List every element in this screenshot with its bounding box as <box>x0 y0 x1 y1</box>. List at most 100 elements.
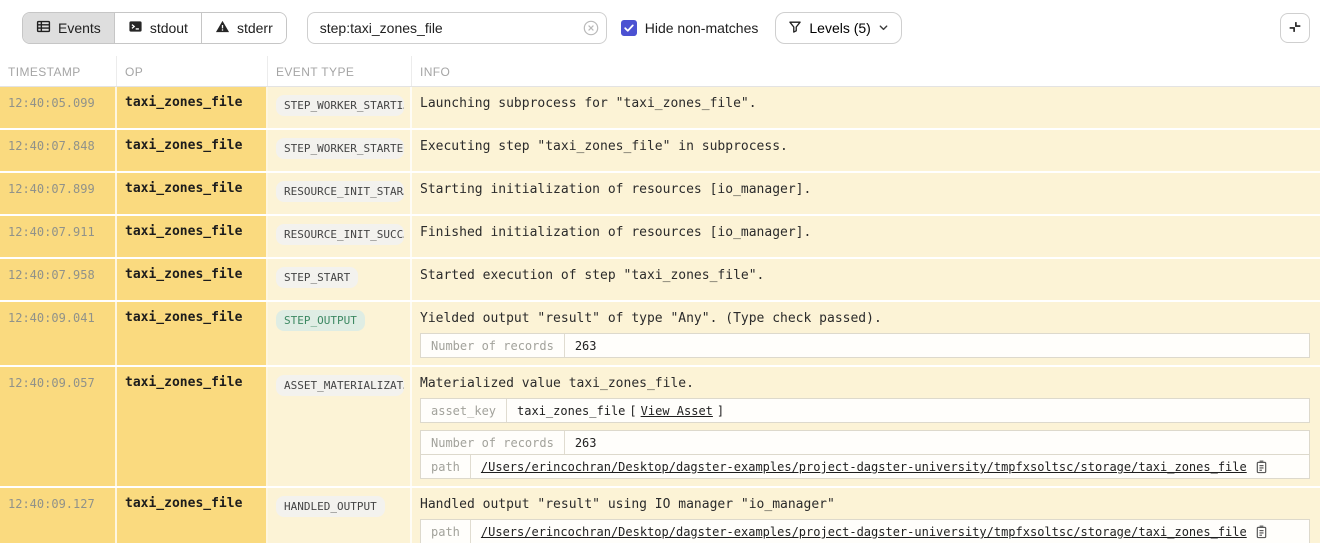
hide-non-matches-label: Hide non-matches <box>645 20 759 36</box>
metadata-value: /Users/erincochran/Desktop/dagster-examp… <box>471 520 1278 543</box>
terminal-icon <box>128 19 143 37</box>
timestamp-cell: 12:40:05.099 <box>0 87 117 128</box>
metadata-label: path <box>421 520 471 543</box>
metadata-entry: path /Users/erincochran/Desktop/dagster-… <box>420 454 1310 479</box>
header-info: INFO <box>412 56 1320 86</box>
tab-stdout-label: stdout <box>150 20 188 36</box>
metadata-entry: path /Users/erincochran/Desktop/dagster-… <box>420 519 1310 543</box>
metadata-value: 263 <box>565 334 607 357</box>
log-view-tabs: Events stdout stderr <box>22 12 287 44</box>
levels-filter-label: Levels (5) <box>809 20 870 36</box>
op-cell: taxi_zones_file <box>117 488 268 543</box>
log-search <box>307 12 607 44</box>
info-message: Handled output "result" using IO manager… <box>420 496 1312 512</box>
copy-path-icon[interactable] <box>1255 460 1268 474</box>
info-cell: Launching subprocess for "taxi_zones_fil… <box>412 87 1320 128</box>
info-cell: Yielded output "result" of type "Any". (… <box>412 302 1320 365</box>
bracket-close: ] <box>717 404 724 418</box>
metadata-value: 263 <box>565 431 607 454</box>
info-cell: Starting initialization of resources [io… <box>412 173 1320 214</box>
info-message: Starting initialization of resources [io… <box>420 181 1312 197</box>
metadata-label: Number of records <box>421 334 565 357</box>
log-filter-toolbar: Events stdout stderr Hide non-matches <box>0 0 1320 56</box>
op-cell: taxi_zones_file <box>117 259 268 300</box>
metadata-value: /Users/erincochran/Desktop/dagster-examp… <box>471 455 1278 478</box>
event-type-badge: STEP_OUTPUT <box>276 310 365 331</box>
metadata-entry: Number of records 263 <box>420 430 1310 455</box>
op-cell: taxi_zones_file <box>117 130 268 171</box>
timestamp-cell: 12:40:07.899 <box>0 173 117 214</box>
metadata-value-text: 263 <box>575 436 597 450</box>
info-cell: Finished initialization of resources [io… <box>412 216 1320 257</box>
info-message: Started execution of step "taxi_zones_fi… <box>420 267 1312 283</box>
event-type-cell: STEP_WORKER_STARTI… <box>268 87 412 128</box>
info-cell: Executing step "taxi_zones_file" in subp… <box>412 130 1320 171</box>
event-type-badge: STEP_WORKER_STARTED <box>276 138 404 159</box>
info-cell: Started execution of step "taxi_zones_fi… <box>412 259 1320 300</box>
event-type-badge: STEP_WORKER_STARTI… <box>276 95 404 116</box>
collapse-panel-button[interactable] <box>1280 13 1310 43</box>
chevron-down-icon <box>878 20 889 36</box>
table-row: 12:40:07.899 taxi_zones_file RESOURCE_IN… <box>0 173 1320 216</box>
table-row: 12:40:09.041 taxi_zones_file STEP_OUTPUT… <box>0 302 1320 367</box>
filter-funnel-icon <box>788 20 802 37</box>
op-cell: taxi_zones_file <box>117 173 268 214</box>
metadata-label: path <box>421 455 471 478</box>
metadata-entry: Number of records 263 <box>420 333 1310 358</box>
timestamp-cell: 12:40:09.041 <box>0 302 117 365</box>
path-link[interactable]: /Users/erincochran/Desktop/dagster-examp… <box>481 525 1247 539</box>
info-cell: Handled output "result" using IO manager… <box>412 488 1320 543</box>
op-cell: taxi_zones_file <box>117 216 268 257</box>
table-body: 12:40:05.099 taxi_zones_file STEP_WORKER… <box>0 87 1320 543</box>
table-row: 12:40:09.127 taxi_zones_file HANDLED_OUT… <box>0 488 1320 543</box>
event-type-cell: STEP_OUTPUT <box>268 302 412 365</box>
metadata-value-text: taxi_zones_file <box>517 404 625 418</box>
event-type-badge: ASSET_MATERIALIZAT… <box>276 375 404 396</box>
table-row: 12:40:07.848 taxi_zones_file STEP_WORKER… <box>0 130 1320 173</box>
event-type-cell: STEP_WORKER_STARTED <box>268 130 412 171</box>
tab-stderr-label: stderr <box>237 20 273 36</box>
op-cell: taxi_zones_file <box>117 302 268 365</box>
event-type-badge: RESOURCE_INIT_SUCC… <box>276 224 404 245</box>
metadata-value-text: 263 <box>575 339 597 353</box>
view-asset-link[interactable]: View Asset <box>641 404 713 418</box>
event-type-cell: RESOURCE_INIT_SUCC… <box>268 216 412 257</box>
timestamp-cell: 12:40:09.127 <box>0 488 117 543</box>
info-message: Yielded output "result" of type "Any". (… <box>420 310 1312 326</box>
copy-path-icon[interactable] <box>1255 525 1268 539</box>
info-message: Launching subprocess for "taxi_zones_fil… <box>420 95 1312 111</box>
metadata-entry: asset_key taxi_zones_file [ View Asset] <box>420 398 1310 423</box>
path-link[interactable]: /Users/erincochran/Desktop/dagster-examp… <box>481 460 1247 474</box>
header-op: OP <box>117 56 268 86</box>
tab-events[interactable]: Events <box>23 13 115 43</box>
table-icon <box>36 19 51 37</box>
search-input[interactable] <box>307 12 607 44</box>
hide-non-matches-toggle[interactable]: Hide non-matches <box>621 20 759 36</box>
event-type-cell: ASSET_MATERIALIZAT… <box>268 367 412 486</box>
levels-filter-button[interactable]: Levels (5) <box>775 12 901 44</box>
table-header-row: TIMESTAMP OP EVENT TYPE INFO <box>0 56 1320 87</box>
bracket-open: [ <box>629 404 636 418</box>
event-type-cell: STEP_START <box>268 259 412 300</box>
header-event-type: EVENT TYPE <box>268 56 412 86</box>
metadata-label: Number of records <box>421 431 565 454</box>
info-cell: Materialized value taxi_zones_file. asse… <box>412 367 1320 486</box>
tab-stdout[interactable]: stdout <box>115 13 202 43</box>
tab-events-label: Events <box>58 20 101 36</box>
info-message: Finished initialization of resources [io… <box>420 224 1312 240</box>
tab-stderr[interactable]: stderr <box>202 13 286 43</box>
table-row: 12:40:05.099 taxi_zones_file STEP_WORKER… <box>0 87 1320 130</box>
event-type-badge: HANDLED_OUTPUT <box>276 496 385 517</box>
timestamp-cell: 12:40:07.848 <box>0 130 117 171</box>
clear-search-icon[interactable] <box>583 20 599 36</box>
header-timestamp: TIMESTAMP <box>0 56 117 86</box>
timestamp-cell: 12:40:07.911 <box>0 216 117 257</box>
timestamp-cell: 12:40:07.958 <box>0 259 117 300</box>
event-type-badge: STEP_START <box>276 267 358 288</box>
event-type-cell: RESOURCE_INIT_STAR… <box>268 173 412 214</box>
metadata-label: asset_key <box>421 399 507 422</box>
checkbox-checked-icon[interactable] <box>621 20 637 36</box>
event-type-cell: HANDLED_OUTPUT <box>268 488 412 543</box>
info-message: Materialized value taxi_zones_file. <box>420 375 1312 391</box>
timestamp-cell: 12:40:09.057 <box>0 367 117 486</box>
